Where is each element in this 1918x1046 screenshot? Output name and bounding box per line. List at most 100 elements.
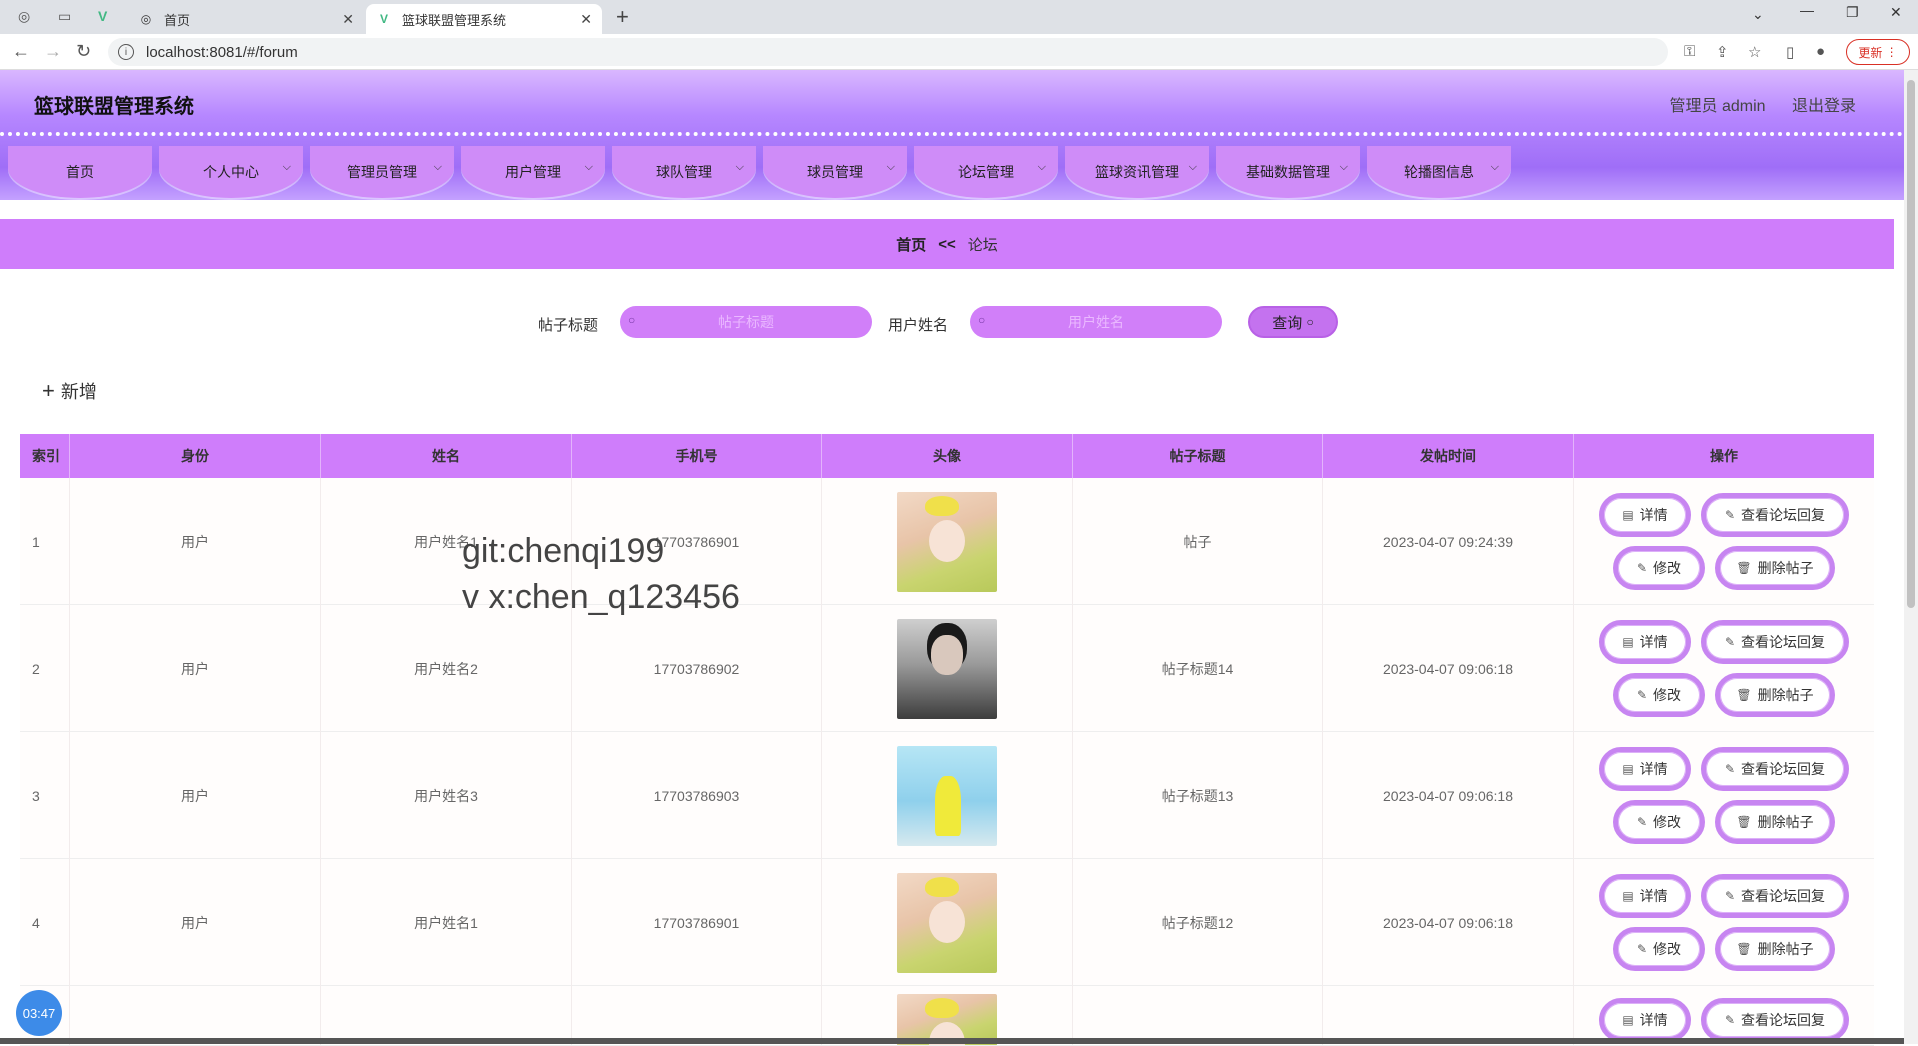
delete-button[interactable]: 🗑 删除帖子 [1715, 673, 1835, 717]
view-replies-button[interactable]: ✎ 查看论坛回复 [1701, 998, 1849, 1042]
detail-button[interactable]: ▤ 详情 [1599, 493, 1691, 537]
document-icon: ▤ [1622, 1013, 1634, 1027]
detail-button[interactable]: ▤ 详情 [1599, 874, 1691, 918]
name-search-input[interactable]: ○ 用户姓名 [970, 306, 1222, 338]
edit-button[interactable]: ✎ 修改 [1613, 546, 1705, 590]
menu-item-carousel[interactable]: 轮播图信息 ⌵ [1367, 146, 1511, 198]
edit-button[interactable]: ✎ 修改 [1613, 800, 1705, 844]
query-label: 查询 [1272, 314, 1303, 332]
logout-link[interactable]: 退出登录 [1792, 98, 1856, 115]
key-icon[interactable]: ⚿ [1684, 43, 1695, 60]
menu-item-profile[interactable]: 个人中心 ⌵ [159, 146, 303, 198]
browser-tab-bar: ◎ ▭ V ◎ 首页 ✕ V 篮球联盟管理系统 ✕ + ⌄ — ❐ ✕ [0, 0, 1918, 34]
view-replies-button[interactable]: ✎ 查看论坛回复 [1701, 493, 1849, 537]
breadcrumb-current: 论坛 [967, 236, 998, 254]
view-replies-button[interactable]: ✎ 查看论坛回复 [1701, 747, 1849, 791]
star-icon[interactable]: ☆ [1748, 43, 1761, 61]
cell-role: 用户 [70, 859, 321, 986]
update-button[interactable]: 更新 ⋮ [1846, 39, 1910, 65]
detail-label: 详情 [1639, 888, 1668, 904]
trash-icon: 🗑 [1736, 561, 1752, 575]
window-close-icon[interactable]: ✕ [1890, 4, 1902, 21]
menu-item-users[interactable]: 用户管理 ⌵ [461, 146, 605, 198]
avatar[interactable] [897, 872, 997, 973]
column-header: 帖子标题 [1073, 434, 1323, 478]
back-icon[interactable]: ← [12, 41, 30, 62]
chevron-down-icon: ⌵ [1037, 161, 1046, 173]
menu-item-admin[interactable]: 管理员管理 ⌵ [310, 146, 454, 198]
close-icon[interactable]: ✕ [580, 11, 592, 28]
menu-item-news[interactable]: 篮球资讯管理 ⌵ [1065, 146, 1209, 198]
cell-index: 1 [20, 478, 70, 605]
delete-button[interactable]: 🗑 删除帖子 [1715, 800, 1835, 844]
detail-button[interactable]: ▤ 详情 [1599, 998, 1691, 1042]
new-tab-icon[interactable]: + [616, 4, 629, 30]
column-header: 发帖时间 [1323, 434, 1574, 478]
cell-phone [572, 986, 822, 1045]
delete-button[interactable]: 🗑 删除帖子 [1715, 546, 1835, 590]
delete-label: 删除帖子 [1757, 560, 1814, 576]
table-row: 3 用户 用户姓名3 17703786903 帖子标题13 2023-04-07… [20, 732, 1874, 859]
avatar[interactable] [897, 745, 997, 846]
cell-phone: 17703786901 [572, 478, 822, 605]
menu-item-teams[interactable]: 球队管理 ⌵ [612, 146, 756, 198]
edit-button[interactable]: ✎ 修改 [1613, 673, 1705, 717]
site-info-icon[interactable]: i [118, 44, 134, 60]
tab-home[interactable]: ◎ 首页 ✕ [128, 4, 364, 34]
vertical-scrollbar[interactable] [1904, 70, 1918, 1044]
url-text: localhost:8081/#/forum [146, 43, 298, 61]
column-header: 操作 [1710, 448, 1738, 464]
menu-item-forum[interactable]: 论坛管理 ⌵ [914, 146, 1058, 198]
maximize-icon[interactable]: ❐ [1846, 4, 1859, 21]
reload-icon[interactable]: ↻ [76, 41, 91, 62]
detail-label: 详情 [1639, 1012, 1668, 1028]
detail-button[interactable]: ▤ 详情 [1599, 620, 1691, 664]
table-row: 1 用户 用户姓名1 17703786901 帖子 2023-04-07 09:… [20, 478, 1874, 605]
tab-search-icon[interactable]: ⌄ [1752, 6, 1764, 23]
menu-item-players[interactable]: 球员管理 ⌵ [763, 146, 907, 198]
forward-icon[interactable]: → [44, 41, 62, 62]
detail-button[interactable]: ▤ 详情 [1599, 747, 1691, 791]
column-header: 索引 [20, 434, 70, 478]
view-replies-button[interactable]: ✎ 查看论坛回复 [1701, 874, 1849, 918]
add-button[interactable]: + 新增 [42, 378, 97, 404]
cell-avatar [822, 605, 1073, 732]
edit-button[interactable]: ✎ 修改 [1613, 927, 1705, 971]
trash-icon: 🗑 [1736, 688, 1752, 702]
menu-item-home[interactable]: 首页 [8, 146, 152, 198]
cell-actions: ▤ 详情 ✎ 查看论坛回复 ✎ 修改 🗑 删除帖子 [1574, 732, 1874, 859]
table-header: 索引 身份 姓名 手机号 头像 帖子标题 发帖时间 操作 [20, 434, 1874, 478]
scrollbar-thumb[interactable] [1907, 80, 1915, 608]
avatar[interactable] [897, 618, 997, 719]
url-field[interactable]: i localhost:8081/#/forum [108, 38, 1668, 66]
edit-label: 修改 [1653, 941, 1682, 957]
sidebar-icon[interactable]: ▯ [1786, 43, 1794, 61]
menu-label: 轮播图信息 [1404, 164, 1474, 180]
cell-avatar [822, 859, 1073, 986]
cell-name: 用户姓名1 [321, 478, 572, 605]
title-search-input[interactable]: ○ 帖子标题 [620, 306, 872, 338]
close-icon[interactable]: ✕ [342, 11, 354, 28]
pen-icon: ✎ [1724, 889, 1736, 903]
query-button[interactable]: 查询 ○ [1248, 306, 1338, 338]
cell-actions: ▤ 详情 ✎ 查看论坛回复 ✎ 修改 🗑 删除帖子 [1574, 478, 1874, 605]
vue-tab-icon[interactable]: V [98, 8, 107, 24]
pinned-tab-icon[interactable]: ▭ [58, 8, 71, 25]
menu-label: 用户管理 [505, 164, 561, 180]
plus-icon: + [42, 378, 55, 403]
column-header: 头像 [822, 434, 1073, 478]
document-icon: ▤ [1622, 762, 1634, 776]
view-replies-button[interactable]: ✎ 查看论坛回复 [1701, 620, 1849, 664]
avatar[interactable] [897, 491, 997, 592]
share-icon[interactable]: ⇪ [1716, 43, 1729, 61]
minimize-icon[interactable]: — [1800, 2, 1814, 18]
delete-button[interactable]: 🗑 删除帖子 [1715, 927, 1835, 971]
menu-item-basic-data[interactable]: 基础数据管理 ⌵ [1216, 146, 1360, 198]
search-form: 帖子标题 ○ 帖子标题 用户姓名 ○ 用户姓名 查询 ○ [0, 306, 1894, 338]
tab-forum[interactable]: V 篮球联盟管理系统 ✕ [366, 4, 602, 34]
chevron-down-icon: ⌵ [735, 161, 744, 173]
forum-table: 索引 身份 姓名 手机号 头像 帖子标题 发帖时间 操作 1 用户 用户姓名1 … [20, 434, 1874, 1046]
profile-icon[interactable]: ● [1816, 43, 1825, 60]
breadcrumb-home[interactable]: 首页 [896, 234, 926, 255]
browser-menu-icon[interactable]: ◎ [18, 8, 30, 25]
